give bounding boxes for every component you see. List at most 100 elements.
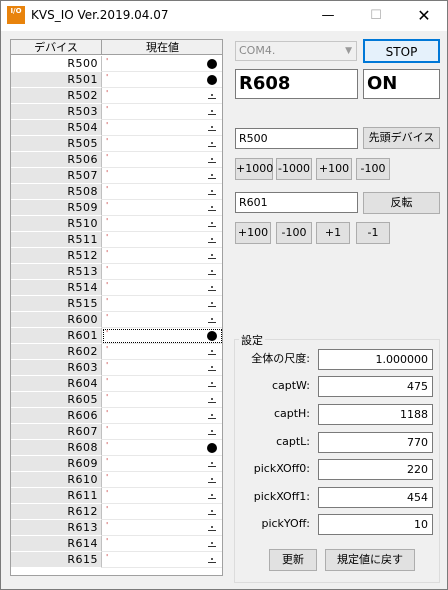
- value-cell[interactable]: ': [102, 376, 222, 392]
- value-cell[interactable]: ': [102, 56, 222, 72]
- com-port-select[interactable]: COM4. ▼: [235, 41, 357, 61]
- table-row[interactable]: R604 ': [11, 376, 222, 392]
- table-row[interactable]: R610 ': [11, 472, 222, 488]
- table-row[interactable]: R513 ': [11, 264, 222, 280]
- device-cell[interactable]: R513: [11, 264, 102, 280]
- device-cell[interactable]: R511: [11, 232, 102, 248]
- device-cell[interactable]: R512: [11, 248, 102, 264]
- table-row[interactable]: R609 ': [11, 456, 222, 472]
- device-cell[interactable]: R502: [11, 88, 102, 104]
- table-row[interactable]: R614 ': [11, 536, 222, 552]
- table-row[interactable]: R503 ': [11, 104, 222, 120]
- table-row[interactable]: R512 ': [11, 248, 222, 264]
- table-row[interactable]: R506 ': [11, 152, 222, 168]
- device-cell[interactable]: R606: [11, 408, 102, 424]
- table-row[interactable]: R613 ': [11, 520, 222, 536]
- settings-input-pickyoff[interactable]: 10: [318, 514, 433, 535]
- column-header-value[interactable]: 現在値: [102, 40, 222, 55]
- device-cell[interactable]: R505: [11, 136, 102, 152]
- value-cell[interactable]: ': [102, 136, 222, 152]
- value-cell[interactable]: ': [102, 168, 222, 184]
- device-cell[interactable]: R504: [11, 120, 102, 136]
- table-row[interactable]: R509 ': [11, 200, 222, 216]
- column-header-device[interactable]: デバイス: [11, 40, 102, 55]
- settings-input-pickxoff1[interactable]: 454: [318, 487, 433, 508]
- table-row[interactable]: R505 ': [11, 136, 222, 152]
- reset-defaults-button[interactable]: 規定値に戻す: [325, 549, 415, 571]
- value-cell[interactable]: ': [102, 184, 222, 200]
- device-cell[interactable]: R515: [11, 296, 102, 312]
- value-cell[interactable]: ': [102, 408, 222, 424]
- table-row[interactable]: R515 ': [11, 296, 222, 312]
- value-cell[interactable]: ': [102, 360, 222, 376]
- table-row[interactable]: R501 ': [11, 72, 222, 88]
- device-cell[interactable]: R510: [11, 216, 102, 232]
- device-cell[interactable]: R603: [11, 360, 102, 376]
- maximize-button[interactable]: ☐: [353, 1, 399, 31]
- device-cell[interactable]: R604: [11, 376, 102, 392]
- head-device-button[interactable]: 先頭デバイス: [363, 127, 440, 149]
- device-cell[interactable]: R608: [11, 440, 102, 456]
- device-cell[interactable]: R507: [11, 168, 102, 184]
- value-cell[interactable]: ': [102, 520, 222, 536]
- device-cell[interactable]: R612: [11, 504, 102, 520]
- toggle-plus-100-button[interactable]: +100: [235, 222, 271, 244]
- value-cell[interactable]: ': [102, 120, 222, 136]
- value-cell[interactable]: ': [102, 328, 222, 344]
- table-row[interactable]: R508 ': [11, 184, 222, 200]
- device-cell[interactable]: R602: [11, 344, 102, 360]
- device-cell[interactable]: R610: [11, 472, 102, 488]
- table-row[interactable]: R500 ': [11, 56, 222, 72]
- toggle-device-input[interactable]: R601: [235, 192, 358, 213]
- table-row[interactable]: R605 ': [11, 392, 222, 408]
- device-grid[interactable]: デバイス 現在値 R500 ' R501 ' R502 ' R503 ' R504 ' R505 ' R…: [10, 39, 223, 576]
- table-row[interactable]: R510 ': [11, 216, 222, 232]
- device-cell[interactable]: R605: [11, 392, 102, 408]
- value-cell[interactable]: ': [102, 216, 222, 232]
- device-cell[interactable]: R611: [11, 488, 102, 504]
- value-cell[interactable]: ': [102, 248, 222, 264]
- device-cell[interactable]: R607: [11, 424, 102, 440]
- table-row[interactable]: R608 ': [11, 440, 222, 456]
- value-cell[interactable]: ': [102, 552, 222, 568]
- device-cell[interactable]: R509: [11, 200, 102, 216]
- device-cell[interactable]: R500: [11, 56, 102, 72]
- table-row[interactable]: R511 ': [11, 232, 222, 248]
- value-cell[interactable]: ': [102, 232, 222, 248]
- value-cell[interactable]: ': [102, 152, 222, 168]
- value-cell[interactable]: ': [102, 296, 222, 312]
- device-cell[interactable]: R613: [11, 520, 102, 536]
- value-cell[interactable]: ': [102, 280, 222, 296]
- table-row[interactable]: R514 ': [11, 280, 222, 296]
- toggle-minus-100-button[interactable]: -100: [276, 222, 312, 244]
- device-cell[interactable]: R508: [11, 184, 102, 200]
- toggle-button[interactable]: 反転: [363, 192, 440, 214]
- settings-input-captw[interactable]: 475: [318, 376, 433, 397]
- table-row[interactable]: R611 ': [11, 488, 222, 504]
- device-cell[interactable]: R514: [11, 280, 102, 296]
- head-device-input[interactable]: R500: [235, 128, 358, 149]
- value-cell[interactable]: ': [102, 424, 222, 440]
- table-row[interactable]: R507 ': [11, 168, 222, 184]
- table-row[interactable]: R603 ': [11, 360, 222, 376]
- value-cell[interactable]: ': [102, 72, 222, 88]
- table-row[interactable]: R615 ': [11, 552, 222, 568]
- stop-button[interactable]: STOP: [363, 39, 440, 63]
- settings-input-captl[interactable]: 770: [318, 432, 433, 453]
- head-plus-100-button[interactable]: +100: [316, 158, 352, 180]
- value-cell[interactable]: ': [102, 392, 222, 408]
- device-cell[interactable]: R601: [11, 328, 102, 344]
- value-cell[interactable]: ': [102, 312, 222, 328]
- table-row[interactable]: R504 ': [11, 120, 222, 136]
- device-cell[interactable]: R609: [11, 456, 102, 472]
- value-cell[interactable]: ': [102, 440, 222, 456]
- table-row[interactable]: R601 ': [11, 328, 222, 344]
- table-row[interactable]: R612 ': [11, 504, 222, 520]
- table-row[interactable]: R600 ': [11, 312, 222, 328]
- close-button[interactable]: ✕: [401, 1, 447, 31]
- value-cell[interactable]: ': [102, 104, 222, 120]
- device-cell[interactable]: R614: [11, 536, 102, 552]
- value-cell[interactable]: ': [102, 536, 222, 552]
- value-cell[interactable]: ': [102, 344, 222, 360]
- head-plus-1000-button[interactable]: +1000: [235, 158, 273, 180]
